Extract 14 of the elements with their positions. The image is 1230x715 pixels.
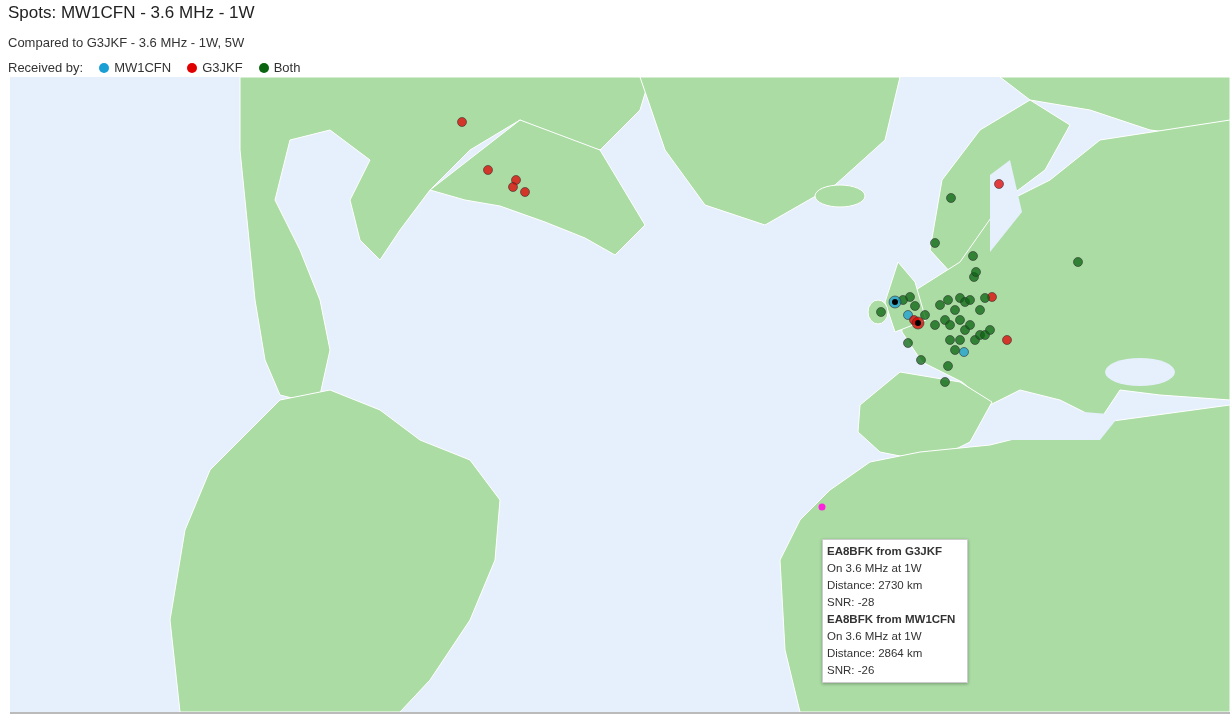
tooltip-line: SNR: -26 xyxy=(827,663,876,678)
tooltip-line: On 3.6 MHz at 1W xyxy=(827,629,923,644)
tooltip-line: On 3.6 MHz at 1W xyxy=(827,561,923,576)
legend-item: G3JKF xyxy=(202,60,243,76)
legend-label: Received by: xyxy=(8,60,84,76)
tooltip-heading: EA8BFK from MW1CFN xyxy=(827,612,957,627)
tooltip-line: Distance: 2730 km xyxy=(827,578,924,593)
tooltip-heading: EA8BFK from G3JKF xyxy=(827,544,944,559)
tooltip-line: Distance: 2864 km xyxy=(827,646,924,661)
tooltip-line: SNR: -28 xyxy=(827,595,876,610)
legend-item: Both xyxy=(273,60,301,76)
legend-item: MW1CFN xyxy=(114,60,172,76)
comparison-subtitle: Compared to G3JKF - 3.6 MHz - 1W, 5W xyxy=(8,35,246,51)
page-title: Spots: MW1CFN - 3.6 MHz - 1W xyxy=(8,3,256,23)
